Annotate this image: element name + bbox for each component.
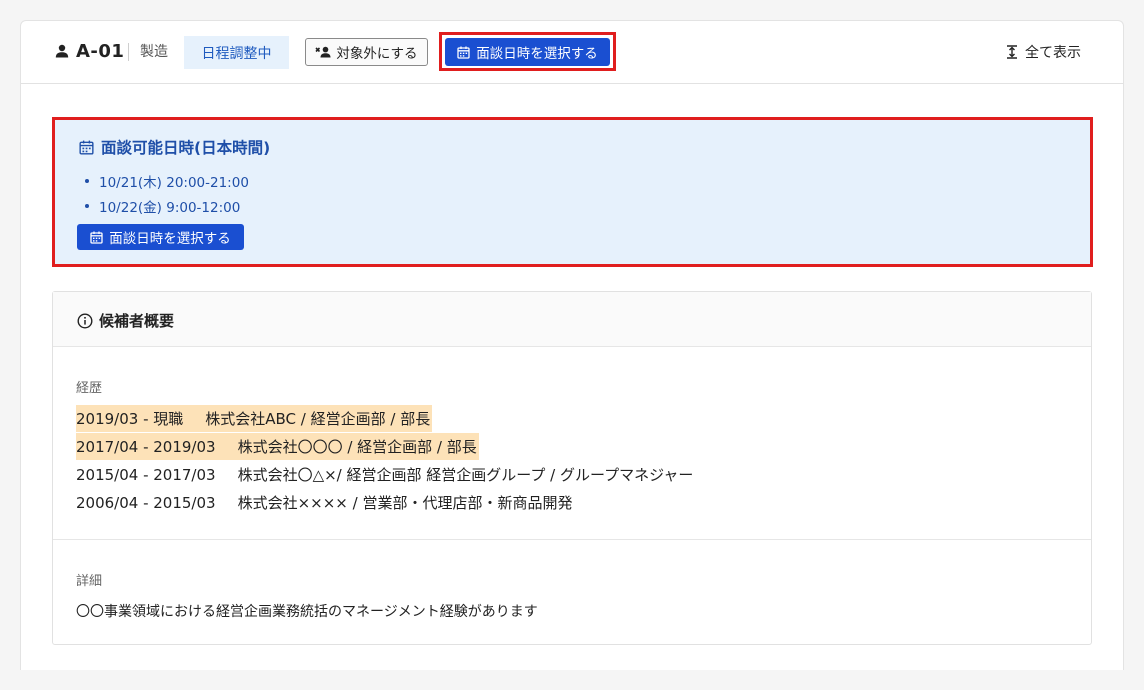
career-label: 経歴 [76,381,103,396]
header-divider [128,43,129,61]
candidate-card: A-01 製造 日程調整中 対象外にする 面談日時を選択する 全て表示 面談可能… [20,20,1124,670]
select-datetime-button-secondary[interactable]: 面談日時を選択する [77,224,244,250]
expand-vertical-icon [1007,45,1017,59]
career-period: 2019/03 - 現職 [76,410,184,428]
calendar-icon [79,140,94,155]
candidate-summary-panel: 候補者概要 経歴 2019/03 - 現職 株式会社ABC / 経営企画部 / … [52,291,1092,645]
career-row: 2017/04 - 2019/03 株式会社〇〇〇 / 経営企画部 / 部長 [76,433,479,460]
section-divider [53,539,1091,540]
time-slot-text: 10/21(木) 20:00-21:00 [99,175,249,191]
career-row: 2019/03 - 現職 株式会社ABC / 経営企画部 / 部長 [76,405,433,432]
page: A-01 製造 日程調整中 対象外にする 面談日時を選択する 全て表示 面談可能… [0,0,1144,690]
exclude-button[interactable]: 対象外にする [305,38,428,66]
career-company: 株式会社ABC / 経営企画部 / 部長 [205,410,431,428]
show-all-button[interactable]: 全て表示 [1006,41,1081,63]
detail-text: 〇〇事業領域における経営企画業務統括のマネージメント経験があります [76,604,538,620]
bullet-dot [85,204,89,208]
summary-title-text: 候補者概要 [99,312,175,330]
summary-header: 候補者概要 [53,292,1091,347]
availability-title: 面談可能日時(日本時間) [79,136,270,158]
person-remove-icon [315,46,331,58]
select-datetime-button[interactable]: 面談日時を選択する [445,38,610,66]
candidate-header: A-01 製造 日程調整中 対象外にする 面談日時を選択する 全て表示 [21,21,1123,84]
career-row: 2015/04 - 2017/03 株式会社〇△×/ 経営企画部 経営企画グルー… [76,461,693,488]
select-datetime-button-label: 面談日時を選択する [476,46,598,62]
career-period: 2017/04 - 2019/03 [76,437,216,456]
time-slot-item: 10/21(木) 20:00-21:00 [85,171,249,191]
time-slot-item: 10/22(金) 9:00-12:00 [85,196,240,216]
calendar-icon [457,46,470,59]
industry-label: 製造 [140,44,168,60]
select-datetime-button-label: 面談日時を選択する [109,231,231,247]
show-all-label: 全て表示 [1025,45,1081,61]
info-icon [77,312,93,329]
career-company: 株式会社×××× / 営業部・代理店部・新商品開発 [237,494,573,512]
candidate-id: A-01 [55,39,124,63]
career-period: 2006/04 - 2015/03 [76,493,216,512]
person-icon [55,44,69,58]
exclude-button-label: 対象外にする [336,46,418,62]
summary-title: 候補者概要 [77,310,174,331]
career-row: 2006/04 - 2015/03 株式会社×××× / 営業部・代理店部・新商… [76,489,572,516]
career-company: 株式会社〇〇〇 / 経営企画部 / 部長 [237,438,477,456]
detail-label: 詳細 [76,574,103,589]
career-period: 2015/04 - 2017/03 [76,465,216,484]
time-slot-text: 10/22(金) 9:00-12:00 [99,200,241,216]
candidate-id-text: A-01 [76,40,125,62]
calendar-icon [90,231,103,244]
availability-panel: 面談可能日時(日本時間) 10/21(木) 20:00-21:00 10/22(… [52,117,1093,267]
career-company: 株式会社〇△×/ 経営企画部 経営企画グループ / グループマネジャー [237,466,694,484]
availability-title-text: 面談可能日時(日本時間) [101,139,271,157]
status-badge: 日程調整中 [184,36,289,69]
bullet-dot [85,179,89,183]
